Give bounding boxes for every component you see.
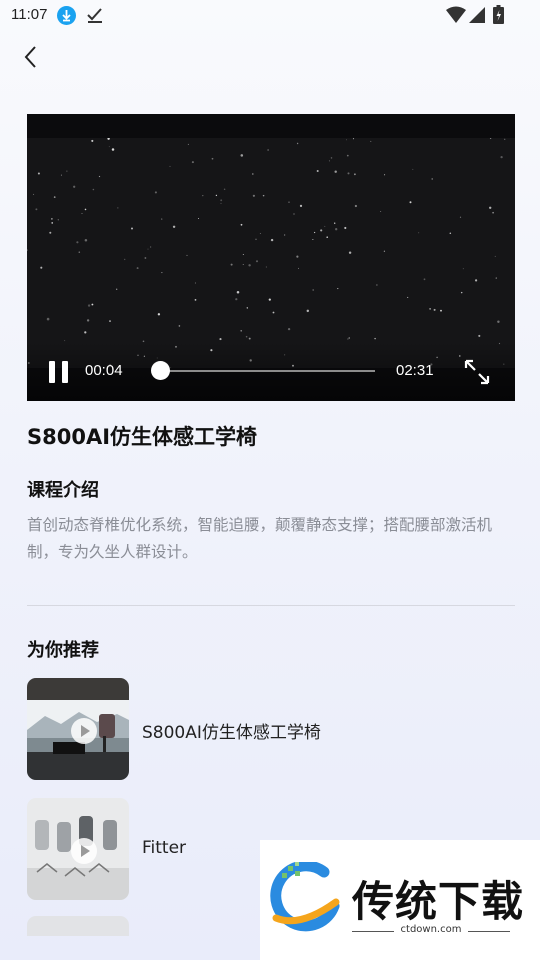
video-frame — [27, 137, 515, 369]
signal-icon — [469, 7, 485, 23]
seek-bar[interactable] — [155, 370, 375, 372]
video-frame-noise — [27, 137, 506, 369]
pause-icon-bar — [62, 361, 68, 383]
video-controls: 00:04 02:31 — [27, 342, 515, 401]
play-icon — [71, 838, 97, 864]
status-bar: 11:07 — [0, 0, 540, 30]
recommend-item-title: S800AI仿生体感工学椅 — [142, 723, 321, 743]
pause-button[interactable] — [49, 361, 69, 383]
play-icon — [71, 718, 97, 744]
watermark-title: 传统下载 — [352, 877, 525, 926]
course-description: 首创动态脊椎优化系统，智能追腰，颠覆静态支撑；搭配腰部激活机制，专为久坐人群设计… — [27, 516, 493, 561]
fullscreen-button[interactable] — [463, 358, 491, 386]
back-button[interactable] — [16, 40, 48, 74]
total-time: 02:31 — [396, 362, 434, 379]
recommend-heading: 为你推荐 — [27, 640, 99, 661]
course-title: S800AI仿生体感工学椅 — [27, 425, 258, 449]
recommend-thumbnail-partial[interactable] — [27, 916, 129, 936]
wifi-icon — [446, 6, 466, 23]
recommend-item-title: Fitter — [142, 838, 187, 858]
video-player[interactable]: 00:04 02:31 — [27, 114, 515, 401]
seek-thumb[interactable] — [151, 361, 171, 380]
divider — [27, 605, 515, 606]
watermark: 传统下载 ctdown.com — [260, 840, 540, 960]
recommend-thumbnail — [27, 678, 129, 780]
watermark-url: ctdown.com — [352, 924, 510, 935]
pause-icon — [49, 361, 55, 383]
recommend-item[interactable]: S800AI仿生体感工学椅 — [27, 678, 515, 780]
fullscreen-icon — [464, 359, 490, 385]
download-icon — [57, 6, 76, 25]
status-time: 11:07 — [11, 6, 48, 23]
current-time: 00:04 — [85, 362, 123, 379]
watermark-logo — [270, 862, 340, 932]
check-icon — [87, 8, 102, 23]
chevron-left-icon — [24, 46, 36, 68]
course-intro-heading: 课程介绍 — [27, 480, 99, 501]
recommend-thumbnail — [27, 798, 129, 900]
battery-icon — [493, 5, 504, 24]
